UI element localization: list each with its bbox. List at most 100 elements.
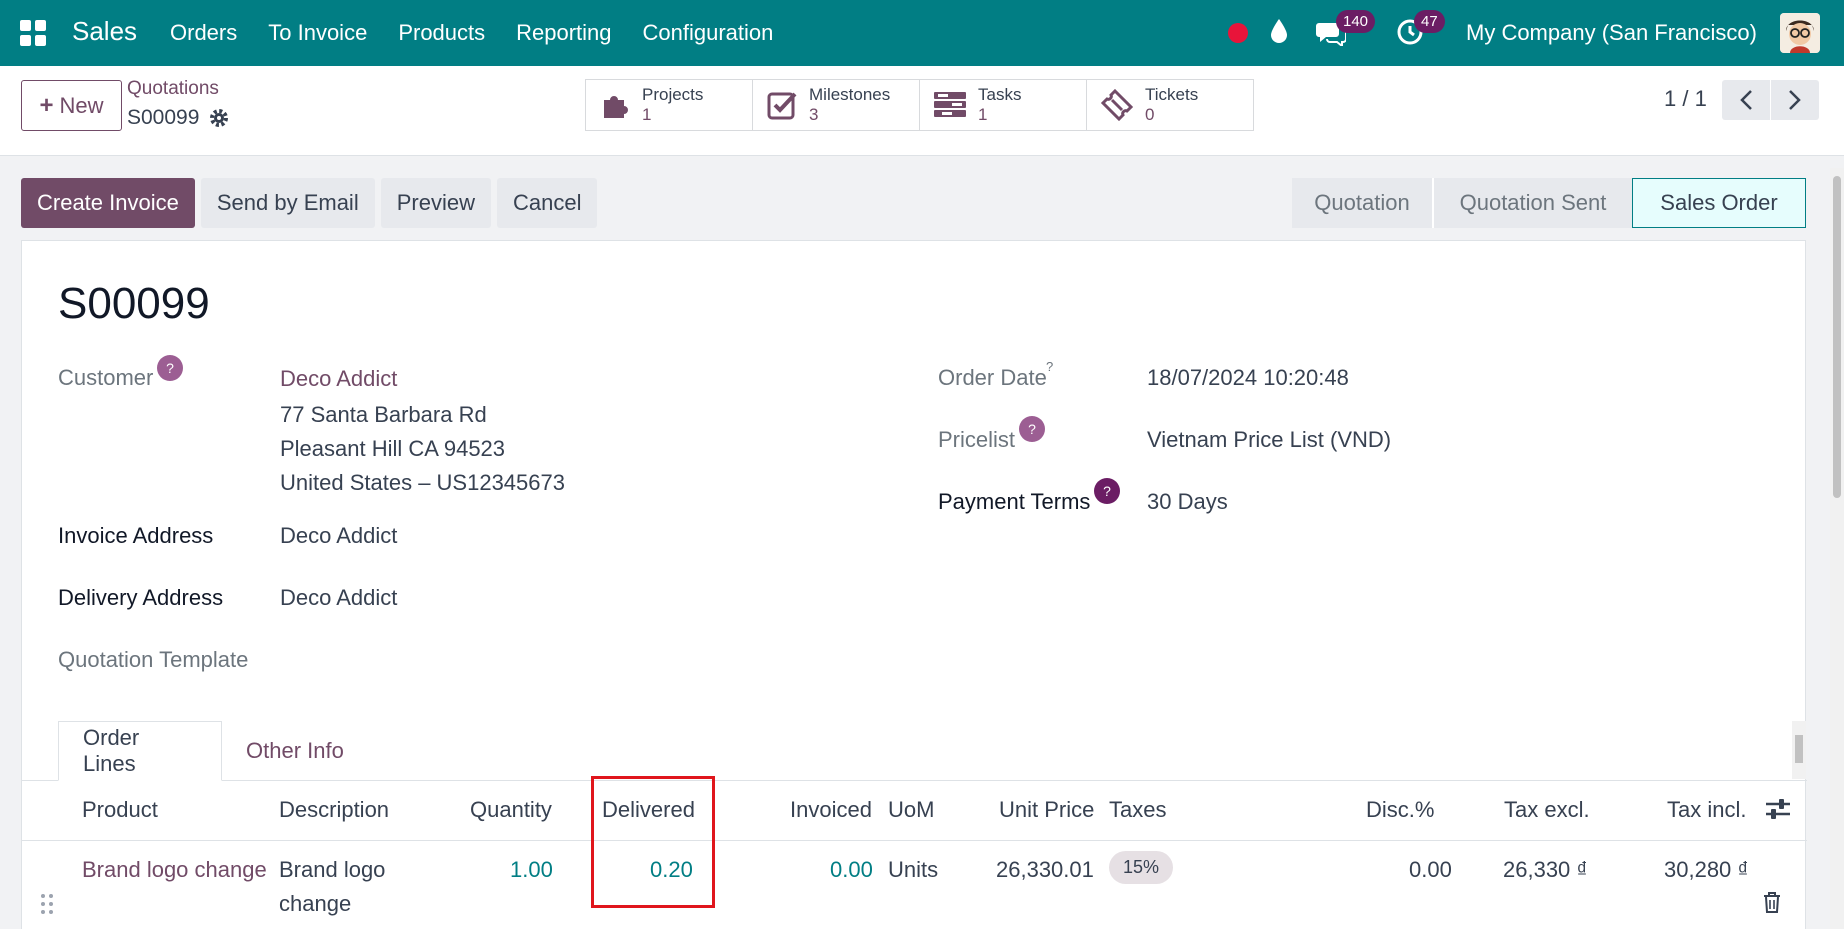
page-scrollbar[interactable] (1830, 168, 1844, 929)
column-product[interactable]: Product (82, 797, 158, 823)
column-quantity[interactable]: Quantity (470, 797, 552, 823)
delivery-address-field[interactable]: Deco Addict (280, 585, 397, 611)
cell-discount[interactable]: 0.00 (1409, 857, 1452, 883)
milestones-count: 3 (809, 105, 819, 124)
column-tax-incl[interactable]: Tax incl. (1667, 797, 1746, 823)
send-by-email-button[interactable]: Send by Email (200, 178, 375, 228)
column-delivered[interactable]: Delivered (602, 797, 695, 823)
tab-order-lines[interactable]: Order Lines (58, 721, 222, 781)
milestones-smart-button[interactable]: Milestones 3 (752, 79, 920, 131)
drop-icon[interactable] (1270, 18, 1288, 49)
form-sheet: S00099 Customer ? Deco Addict 77 Santa B… (21, 240, 1807, 929)
breadcrumb-quotations[interactable]: Quotations (127, 78, 219, 100)
main-menu: Orders To Invoice Products Reporting Con… (170, 20, 773, 46)
stage-sales-order[interactable]: Sales Order (1632, 178, 1806, 228)
company-switcher[interactable]: My Company (San Francisco) (1466, 20, 1757, 46)
menu-configuration[interactable]: Configuration (643, 20, 774, 46)
avatar[interactable] (1780, 13, 1820, 53)
invoice-address-field[interactable]: Deco Addict (280, 523, 397, 549)
help-icon[interactable]: ? (1019, 416, 1045, 442)
column-description[interactable]: Description (279, 797, 389, 823)
cell-unit-price[interactable]: 26,330.01 (996, 857, 1094, 883)
menu-products[interactable]: Products (398, 20, 485, 46)
gear-icon[interactable] (209, 108, 229, 128)
tasks-label: Tasks (978, 85, 1022, 104)
quotation-template-label: Quotation Template (58, 647, 249, 672)
plus-icon: + (39, 91, 54, 119)
notebook-tabs: Order Lines Other Info (58, 721, 368, 781)
column-discount[interactable]: Disc.% (1366, 797, 1434, 823)
pricelist-field[interactable]: Vietnam Price List (VND) (1147, 427, 1391, 453)
payment-terms-field[interactable]: 30 Days (1147, 489, 1228, 515)
payment-terms-label: Payment Terms (938, 489, 1091, 514)
menu-reporting[interactable]: Reporting (516, 20, 611, 46)
help-icon[interactable]: ? (1094, 478, 1120, 504)
tasks-count: 1 (978, 105, 988, 124)
record-dot-icon[interactable] (1228, 23, 1248, 43)
column-settings-icon[interactable] (1766, 797, 1790, 826)
order-date-field[interactable]: 18/07/2024 10:20:48 (1147, 365, 1349, 391)
app-name[interactable]: Sales (72, 16, 137, 47)
menu-to-invoice[interactable]: To Invoice (268, 20, 367, 46)
trash-icon[interactable] (1762, 891, 1782, 918)
pager-previous-button[interactable] (1722, 80, 1770, 120)
cell-quantity[interactable]: 1.00 (510, 857, 553, 883)
cancel-button[interactable]: Cancel (496, 178, 598, 228)
cell-taxes-tag[interactable]: 15% (1109, 851, 1174, 884)
column-uom[interactable]: UoM (888, 797, 934, 823)
cell-product[interactable]: Brand logo change (82, 857, 267, 883)
chevron-left-icon (1740, 90, 1752, 110)
column-taxes[interactable]: Taxes (1109, 797, 1166, 823)
breadcrumb-current-label: S00099 (127, 106, 200, 129)
pager-value[interactable]: 1 / 1 (1664, 86, 1707, 112)
milestones-label: Milestones (809, 85, 891, 104)
customer-address-line: 77 Santa Barbara Rd (280, 402, 487, 427)
top-navbar: Sales Orders To Invoice Products Reporti… (0, 0, 1844, 66)
puzzle-icon (604, 96, 628, 118)
tab-other-info[interactable]: Other Info (222, 721, 368, 781)
cell-tax-incl: 30,280 ₫ (1664, 857, 1749, 882)
action-buttons: Create Invoice Send by Email Preview Can… (21, 178, 598, 228)
new-button[interactable]: + New (21, 80, 122, 131)
tasks-smart-button[interactable]: Tasks 1 (919, 79, 1087, 131)
cell-description[interactable]: Brand logo (279, 857, 385, 883)
check-square-icon (767, 92, 797, 120)
apps-grid-icon[interactable] (20, 20, 46, 46)
cell-description-line2[interactable]: change (279, 891, 351, 917)
customer-name[interactable]: Deco Addict (280, 366, 397, 392)
preview-button[interactable]: Preview (380, 178, 491, 228)
stage-quotation[interactable]: Quotation (1292, 178, 1432, 228)
column-invoiced[interactable]: Invoiced (790, 797, 872, 823)
order-date-label: Order Date (938, 365, 1047, 390)
smart-buttons: Projects 1 Milestones 3 Tasks 1 Tickets 0 (585, 79, 1254, 131)
column-unit-price[interactable]: Unit Price (999, 797, 1094, 823)
order-title: S00099 (58, 279, 210, 328)
ticket-icon (1101, 89, 1133, 121)
help-icon[interactable]: ? (157, 355, 183, 381)
cell-invoiced: 0.00 (830, 857, 873, 882)
breadcrumb-current: S00099 (127, 106, 229, 130)
projects-count: 1 (642, 105, 652, 124)
projects-smart-button[interactable]: Projects 1 (585, 79, 753, 131)
pager-next-button[interactable] (1771, 80, 1819, 120)
menu-orders[interactable]: Orders (170, 20, 237, 46)
create-invoice-button[interactable]: Create Invoice (21, 178, 195, 228)
customer-address-line: Pleasant Hill CA 94523 (280, 436, 506, 461)
tabs-scrollbar[interactable] (1792, 721, 1806, 779)
tickets-label: Tickets (1145, 85, 1199, 104)
pricelist-label: Pricelist (938, 427, 1016, 452)
tasks-icon (934, 92, 966, 117)
drag-handle-icon[interactable] (40, 893, 54, 920)
column-tax-excl[interactable]: Tax excl. (1504, 797, 1590, 823)
cell-tax-excl: 26,330 ₫ (1503, 857, 1588, 882)
chevron-right-icon (1789, 90, 1801, 110)
tickets-smart-button[interactable]: Tickets 0 (1086, 79, 1254, 131)
control-panel: + New Quotations S00099 Projects 1 Milest… (0, 66, 1844, 156)
activities-badge: 47 (1414, 10, 1445, 33)
cell-delivered[interactable]: 0.20 (650, 857, 693, 883)
table-header-divider (22, 840, 1807, 841)
new-button-label: New (59, 92, 104, 118)
cell-uom[interactable]: Units (888, 857, 938, 883)
help-superscript[interactable]: ? (1046, 359, 1053, 374)
stage-quotation-sent[interactable]: Quotation Sent (1432, 178, 1632, 228)
